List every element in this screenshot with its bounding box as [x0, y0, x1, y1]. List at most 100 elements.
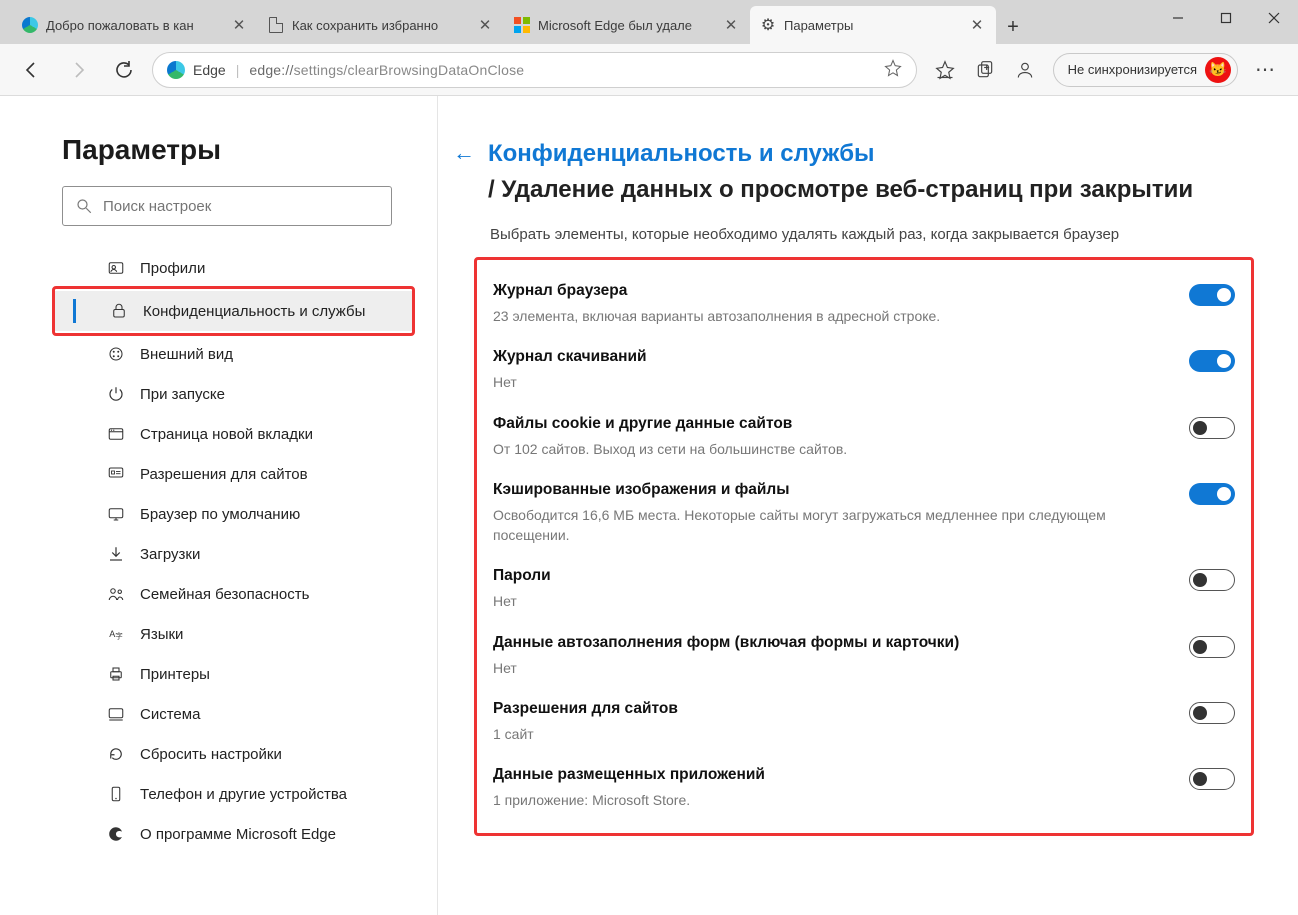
tab-welcome[interactable]: Добро пожаловать в кан ✕: [12, 6, 258, 44]
reset-icon: [106, 745, 126, 763]
favorites-button[interactable]: [927, 52, 963, 88]
sidebar-item-privacy[interactable]: Конфиденциальность и службы: [55, 291, 412, 331]
nav-back-button[interactable]: [14, 52, 50, 88]
setting-row: ПаролиНет: [489, 553, 1239, 613]
sidebar-item-appearance[interactable]: Внешний вид: [62, 334, 415, 374]
url-text: edge://settings/clearBrowsingDataOnClose: [249, 62, 524, 78]
sidebar-item-label: При запуске: [140, 386, 225, 403]
new-tab-button[interactable]: +: [996, 10, 1030, 44]
breadcrumb-current: / Удаление данных о просмотре веб-страни…: [488, 176, 1193, 203]
settings-search[interactable]: [62, 186, 392, 226]
toggle-switch[interactable]: [1189, 483, 1235, 505]
nav-refresh-button[interactable]: [106, 52, 142, 88]
phone-icon: [106, 785, 126, 803]
default-browser-icon: [106, 505, 126, 523]
settings-search-input[interactable]: [103, 198, 379, 215]
setting-description: 1 приложение: Microsoft Store.: [493, 790, 765, 810]
sidebar-item-label: Сбросить настройки: [140, 746, 282, 763]
permissions-icon: [106, 465, 126, 483]
settings-main: ← Конфиденциальность и службы / Удаление…: [438, 96, 1298, 915]
site-identity[interactable]: Edge: [167, 61, 226, 79]
tab-title: Добро пожаловать в кан: [46, 18, 222, 33]
content: Параметры Профили Конфиденциальность и с…: [0, 96, 1298, 915]
highlight-annotation-sidebar: Конфиденциальность и службы: [52, 286, 415, 336]
sidebar-item-about[interactable]: О программе Microsoft Edge: [62, 814, 415, 854]
section-description: Выбрать элементы, которые необходимо уда…: [490, 226, 1254, 243]
breadcrumb-parent-link[interactable]: Конфиденциальность и службы: [488, 140, 875, 167]
close-icon[interactable]: ✕: [968, 16, 986, 34]
toggle-switch[interactable]: [1189, 768, 1235, 790]
gear-icon: ⚙: [760, 17, 776, 33]
sidebar-item-label: Разрешения для сайтов: [140, 466, 308, 483]
tab-edge-removed[interactable]: Microsoft Edge был удале ✕: [504, 6, 750, 44]
toggle-switch[interactable]: [1189, 702, 1235, 724]
close-icon[interactable]: ✕: [722, 16, 740, 34]
sidebar-item-new-tab-page[interactable]: Страница новой вкладки: [62, 414, 415, 454]
close-icon[interactable]: ✕: [476, 16, 494, 34]
address-bar[interactable]: Edge | edge://settings/clearBrowsingData…: [152, 52, 917, 88]
setting-row: Данные размещенных приложений1 приложени…: [489, 752, 1239, 812]
titlebar: Добро пожаловать в кан ✕ Как сохранить и…: [0, 0, 1298, 44]
toolbar: Edge | edge://settings/clearBrowsingData…: [0, 44, 1298, 96]
more-menu-button[interactable]: ⋯: [1248, 52, 1284, 88]
settings-sidebar: Параметры Профили Конфиденциальность и с…: [0, 96, 438, 915]
document-icon: [268, 17, 284, 33]
tab-title: Параметры: [784, 18, 960, 33]
sidebar-item-label: Система: [140, 706, 200, 723]
toggle-switch[interactable]: [1189, 284, 1235, 306]
collections-button[interactable]: [967, 52, 1003, 88]
close-window-button[interactable]: [1250, 0, 1298, 36]
toolbar-actions: [927, 52, 1043, 88]
edge-icon: [167, 61, 185, 79]
sidebar-item-label: Принтеры: [140, 666, 210, 683]
sidebar-item-label: Конфиденциальность и службы: [143, 303, 365, 320]
sidebar-item-printers[interactable]: Принтеры: [62, 654, 415, 694]
toggle-switch[interactable]: [1189, 417, 1235, 439]
sidebar-item-profiles[interactable]: Профили: [62, 248, 415, 288]
setting-row: Кэшированные изображения и файлыОсвободи…: [489, 467, 1239, 548]
setting-title: Журнал скачиваний: [493, 348, 647, 366]
minimize-button[interactable]: [1154, 0, 1202, 36]
breadcrumb-back-button[interactable]: ←: [452, 140, 476, 166]
family-icon: [106, 585, 126, 603]
setting-description: Освободится 16,6 МБ места. Некоторые сай…: [493, 505, 1133, 546]
page-title: Параметры: [62, 134, 415, 166]
profile-button[interactable]: [1007, 52, 1043, 88]
sidebar-item-downloads[interactable]: Загрузки: [62, 534, 415, 574]
sidebar-item-label: Браузер по умолчанию: [140, 506, 300, 523]
sync-status-button[interactable]: Не синхронизируется 😼: [1053, 53, 1238, 87]
sidebar-item-on-startup[interactable]: При запуске: [62, 374, 415, 414]
sidebar-item-label: О программе Microsoft Edge: [140, 826, 336, 843]
setting-row: Журнал скачиванийНет: [489, 334, 1239, 394]
microsoft-icon: [514, 17, 530, 33]
avatar: 😼: [1205, 57, 1231, 83]
download-icon: [106, 545, 126, 563]
tab-title: Microsoft Edge был удале: [538, 18, 714, 33]
maximize-button[interactable]: [1202, 0, 1250, 36]
sidebar-item-reset[interactable]: Сбросить настройки: [62, 734, 415, 774]
toggle-switch[interactable]: [1189, 569, 1235, 591]
favorite-star-icon[interactable]: [884, 59, 902, 80]
sidebar-item-default-browser[interactable]: Браузер по умолчанию: [62, 494, 415, 534]
sidebar-item-family-safety[interactable]: Семейная безопасность: [62, 574, 415, 614]
toggle-switch[interactable]: [1189, 350, 1235, 372]
tab-settings[interactable]: ⚙ Параметры ✕: [750, 6, 996, 44]
close-icon[interactable]: ✕: [230, 16, 248, 34]
svg-text:A: A: [109, 629, 115, 639]
tab-title: Как сохранить избранно: [292, 18, 468, 33]
sidebar-item-label: Загрузки: [140, 546, 200, 563]
toggle-switch[interactable]: [1189, 636, 1235, 658]
sidebar-item-languages[interactable]: A字 Языки: [62, 614, 415, 654]
newtab-icon: [106, 425, 126, 443]
setting-row: Разрешения для сайтов1 сайт: [489, 686, 1239, 746]
sidebar-item-label: Языки: [140, 626, 183, 643]
setting-row: Журнал браузера23 элемента, включая вари…: [489, 268, 1239, 328]
printer-icon: [106, 665, 126, 683]
sidebar-item-system[interactable]: Система: [62, 694, 415, 734]
setting-title: Пароли: [493, 567, 551, 585]
tab-how-to-save[interactable]: Как сохранить избранно ✕: [258, 6, 504, 44]
sidebar-item-phone[interactable]: Телефон и другие устройства: [62, 774, 415, 814]
nav-forward-button[interactable]: [60, 52, 96, 88]
sidebar-item-site-permissions[interactable]: Разрешения для сайтов: [62, 454, 415, 494]
site-label: Edge: [193, 62, 226, 78]
